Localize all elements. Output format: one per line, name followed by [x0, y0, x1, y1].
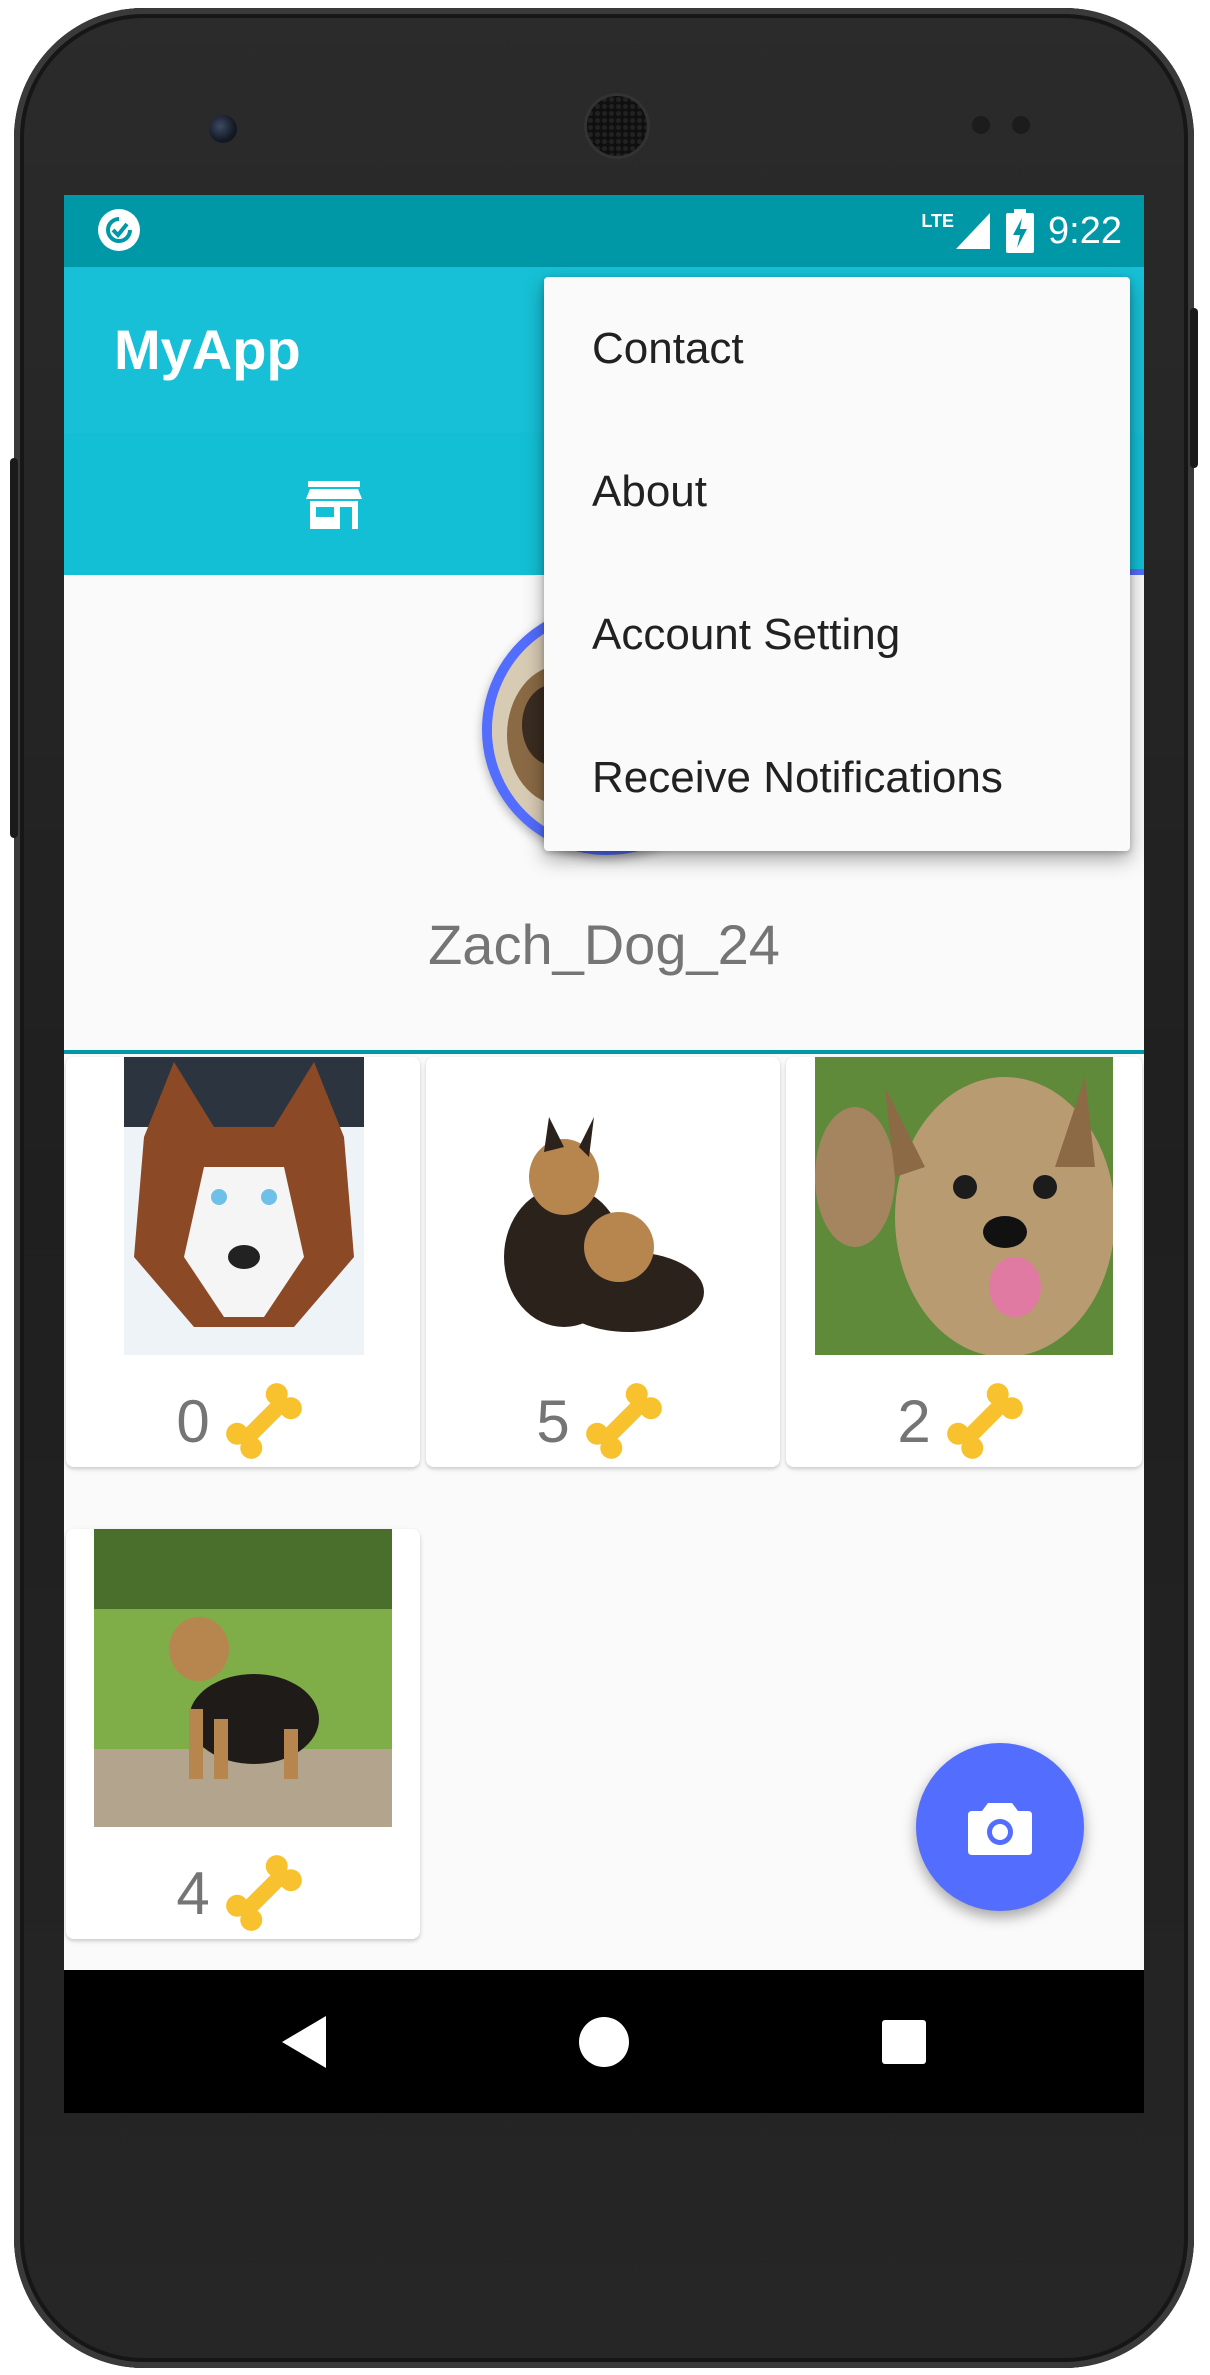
app-title: MyApp [114, 318, 301, 381]
back-triangle-icon [282, 2016, 326, 2068]
front-camera [209, 115, 237, 143]
bone-count: 2 [897, 1387, 931, 1455]
two-yorkie-puppies-photo [454, 1057, 752, 1355]
bone-icon[interactable] [218, 1375, 310, 1467]
menu-item-receive-notifications[interactable]: Receive Notifications [544, 706, 1130, 849]
post-card[interactable]: 0 [66, 1057, 420, 1467]
yorkie-closeup-photo [815, 1057, 1113, 1355]
yorkie-on-grass-photo [94, 1529, 392, 1827]
post-stats: 0 [66, 1375, 420, 1467]
menu-item-contact[interactable]: Contact [544, 277, 1130, 420]
battery-charging-icon [1006, 209, 1035, 253]
proximity-sensor [972, 116, 990, 134]
back-button[interactable] [272, 2010, 336, 2074]
signal-icon [956, 213, 991, 249]
bone-count: 5 [536, 1387, 570, 1455]
profile-divider [64, 1050, 1144, 1054]
notification-app-icon [98, 209, 140, 251]
post-stats: 5 [426, 1375, 780, 1467]
light-sensor [1012, 116, 1030, 134]
earpiece-speaker [587, 96, 647, 156]
recents-button[interactable] [872, 2010, 936, 2074]
post-card[interactable]: 5 [426, 1057, 780, 1467]
bone-count: 4 [176, 1859, 210, 1927]
overflow-menu: Contact About Account Setting Receive No… [544, 277, 1130, 851]
volume-button [1190, 308, 1198, 468]
username: Zach_Dog_24 [428, 913, 780, 976]
store-icon [306, 481, 362, 529]
post-stats: 4 [66, 1847, 420, 1939]
camera-icon [968, 1803, 1032, 1855]
bone-icon[interactable] [578, 1375, 670, 1467]
screen: LTE 9:22 MyApp Zach_Dog_24 0 5 2 4 Conta… [64, 195, 1144, 2113]
tab-store[interactable] [64, 435, 604, 575]
post-card[interactable]: 2 [786, 1057, 1142, 1467]
home-button[interactable] [572, 2010, 636, 2074]
bone-count: 0 [176, 1387, 210, 1455]
power-button [10, 458, 18, 838]
post-stats: 2 [786, 1375, 1142, 1467]
status-time: 9:22 [1048, 209, 1122, 252]
status-bar: LTE 9:22 [64, 195, 1144, 267]
home-circle-icon [579, 2017, 629, 2067]
husky-photo [124, 1057, 364, 1355]
camera-fab[interactable] [916, 1743, 1084, 1911]
bone-icon[interactable] [939, 1375, 1031, 1467]
post-card[interactable]: 4 [66, 1529, 420, 1939]
menu-item-account-setting[interactable]: Account Setting [544, 563, 1130, 706]
system-nav-bar [64, 1970, 1144, 2113]
menu-item-about[interactable]: About [544, 420, 1130, 563]
recents-square-icon [882, 2020, 926, 2064]
lte-label: LTE [921, 211, 955, 231]
bone-icon[interactable] [218, 1847, 310, 1939]
